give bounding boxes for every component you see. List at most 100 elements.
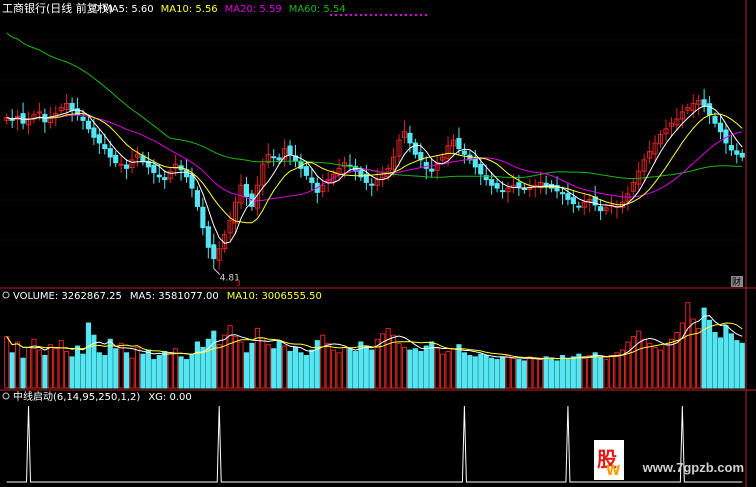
volume-bar-24	[134, 346, 141, 389]
volume-bar-116	[636, 330, 642, 389]
volume-bar-40	[222, 334, 228, 389]
volume-bar-110	[603, 359, 609, 389]
volume-bar-23	[129, 357, 135, 389]
volume-bar-75	[412, 348, 418, 389]
candle-body-74	[407, 132, 413, 144]
candle-body-20	[113, 154, 119, 164]
candle-body-17	[96, 134, 102, 144]
volume-bar-35	[194, 341, 200, 389]
volume-bar-95	[521, 360, 527, 389]
candle-body-12	[69, 102, 75, 112]
volume-bar-85	[467, 355, 473, 389]
volume-bar-44	[243, 352, 250, 389]
price-legend-ma10: MA10: 5.56	[161, 4, 218, 15]
volume-bar-30	[167, 352, 173, 389]
candle-body-56	[309, 177, 315, 183]
volume-bar-100	[549, 357, 555, 389]
volume-bar-108	[592, 352, 598, 389]
volume-bar-36	[200, 346, 206, 389]
volume-bar-93	[510, 357, 517, 389]
volume-bar-38	[211, 330, 217, 389]
candle-body-77	[423, 161, 429, 169]
volume-bar-99	[543, 356, 549, 389]
volume-bar-124	[679, 322, 685, 389]
candle-body-78	[429, 168, 435, 172]
stock-chart[interactable]: 工商银行(日线 前复权)MA5: 5.60 MA10: 5.56 MA20: 5.5…	[0, 0, 756, 487]
volume-bar-117	[641, 338, 647, 389]
volume-bar-121	[663, 344, 669, 389]
volume-bar-120	[657, 349, 664, 389]
volume-bar-29	[162, 350, 168, 389]
volume-bar-11	[64, 350, 70, 389]
volume-bar-17	[96, 352, 102, 389]
volume-legend-item-2: MA10: 3006555.50	[227, 291, 322, 302]
volume-bar-53	[292, 346, 299, 389]
candle-body-3	[20, 113, 26, 124]
volume-bar-18	[102, 355, 108, 389]
indicator-legend-item-1: XG: 0.00	[148, 392, 191, 403]
candle-body-83	[456, 137, 462, 150]
candle-body-16	[91, 127, 97, 138]
volume-bar-8	[47, 344, 53, 389]
volume-bar-115	[630, 336, 636, 389]
volume-bar-133	[728, 333, 734, 389]
volume-bar-54	[298, 352, 304, 389]
volume-bar-82	[450, 348, 457, 389]
volume-bar-49	[271, 348, 277, 389]
volume-bar-46	[254, 327, 260, 389]
volume-bar-33	[183, 359, 190, 389]
candle-body-28	[156, 174, 162, 178]
volume-bar-66	[363, 345, 369, 389]
volume-bar-77	[423, 345, 429, 389]
indicator-legend-dot	[2, 392, 10, 400]
volume-bar-109	[598, 356, 604, 389]
volume-bar-50	[276, 340, 282, 389]
volume-bar-97	[532, 357, 538, 389]
candle-body-99	[543, 182, 549, 186]
candle-body-128	[701, 99, 707, 107]
volume-bar-7	[42, 355, 48, 389]
volume-bar-63	[347, 348, 353, 389]
volume-bar-34	[189, 353, 195, 389]
volume-bar-3	[20, 357, 26, 389]
candle-body-134	[734, 150, 740, 155]
candle-body-18	[102, 144, 108, 150]
watermark-logo-glyph2: W	[606, 464, 621, 479]
volume-bar-119	[652, 346, 658, 389]
volume-bar-80	[440, 353, 446, 389]
volume-bar-131	[717, 337, 724, 389]
volume-bar-55	[303, 355, 309, 389]
volume-bar-105	[576, 353, 582, 389]
candle-body-22	[124, 164, 130, 169]
price-legend-ma20: MA20: 5.59	[225, 4, 282, 15]
candle-body-131	[717, 122, 724, 133]
volume-bar-126	[690, 318, 696, 389]
volume-bar-47	[260, 337, 266, 389]
volume-bar-2	[15, 341, 21, 389]
candle-body-37	[205, 226, 211, 248]
candle-body-91	[499, 190, 506, 193]
volume-bar-22	[124, 352, 130, 389]
candle-body-29	[162, 177, 168, 181]
volume-bar-78	[429, 341, 435, 389]
volume-bar-88	[483, 355, 489, 389]
volume-bar-51	[282, 345, 288, 389]
volume-bar-134	[734, 340, 740, 389]
candle-body-94	[516, 182, 522, 188]
volume-bar-72	[396, 342, 402, 389]
volume-bar-14	[80, 353, 86, 389]
price-legend-ma60: MA60: 5.54	[289, 4, 346, 15]
volume-bar-19	[107, 338, 113, 389]
event-marker-3: 3	[236, 279, 241, 288]
candle-body-87	[478, 163, 484, 175]
ma10-line	[6, 112, 743, 224]
candle-body-105	[576, 205, 582, 208]
price-legend-ma5: MA5: 5.60	[103, 4, 154, 15]
volume-bar-101	[554, 360, 560, 389]
volume-bar-60	[331, 349, 337, 389]
indicator-legend-item-0: 中线启动(6,14,95,250,1,2)	[13, 390, 140, 403]
volume-legend-item-1: MA5: 3581077.00	[130, 291, 219, 302]
volume-bar-67	[369, 349, 375, 389]
volume-bar-111	[608, 355, 615, 389]
volume-bar-114	[625, 341, 631, 389]
